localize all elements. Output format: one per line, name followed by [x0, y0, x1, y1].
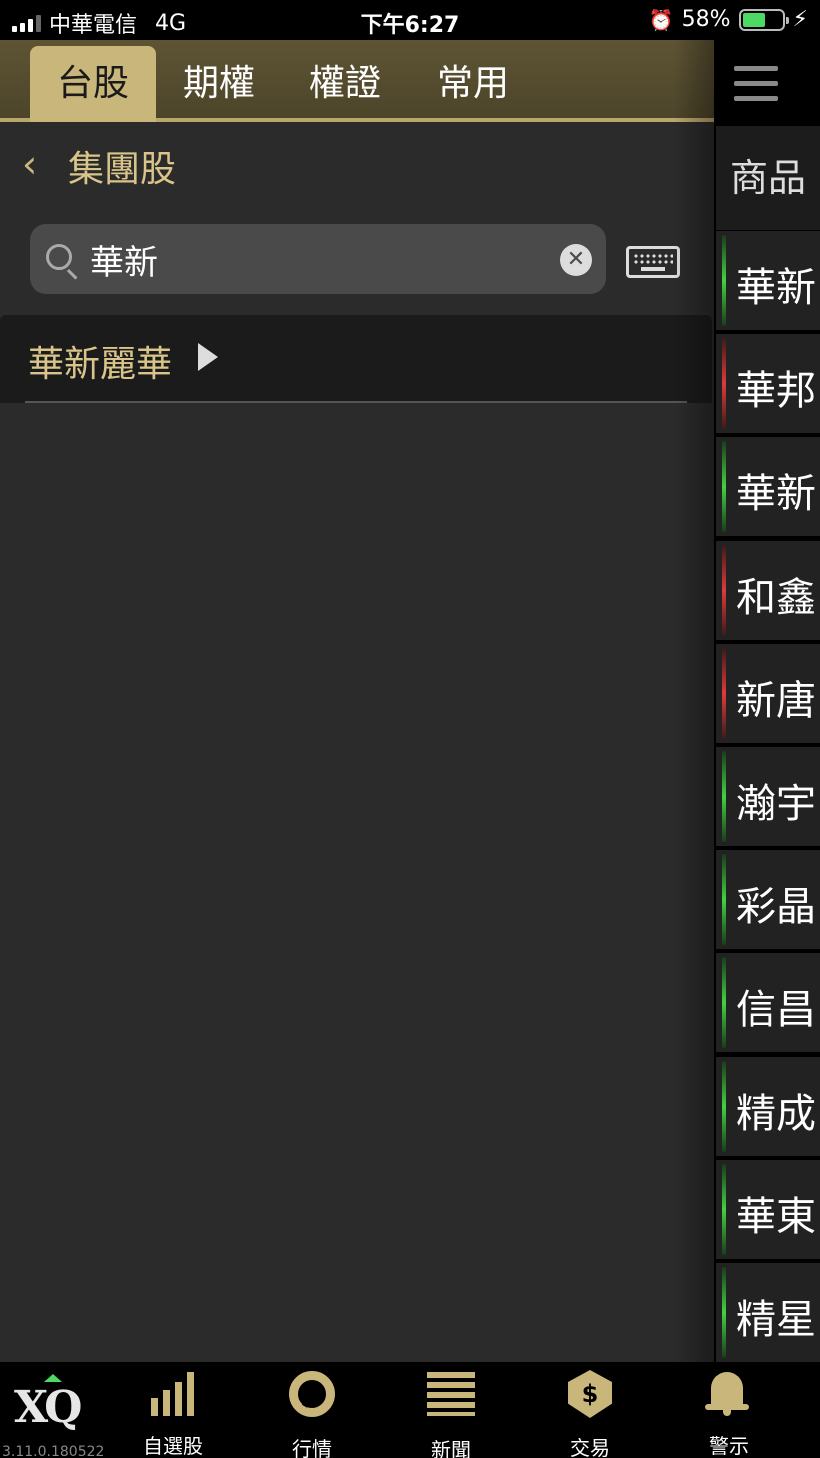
page-title: 集團股	[68, 149, 177, 190]
version-label: 3.11.0.180522	[2, 1444, 105, 1458]
rail-item[interactable]: 彩晶	[716, 850, 820, 950]
nav-market[interactable]: 行情	[257, 1368, 367, 1458]
rail-item-name: 新唐	[736, 677, 816, 724]
rail-item-name: 瀚宇	[736, 781, 816, 827]
trend-indicator	[722, 441, 726, 533]
nav-trade[interactable]: $ 交易	[535, 1368, 645, 1458]
bell-icon	[703, 1368, 755, 1420]
rail-header: 商品	[716, 126, 820, 230]
rail-item[interactable]: 新唐	[716, 643, 820, 743]
nav-watchlist[interactable]: 自選股	[118, 1368, 228, 1458]
play-arrow-icon	[198, 343, 218, 371]
hamburger-menu-icon[interactable]	[734, 66, 780, 102]
news-icon	[427, 1372, 475, 1416]
trend-indicator	[722, 544, 726, 636]
trade-dollar-icon: $	[568, 1370, 612, 1418]
result-label: 華新麗華	[28, 344, 173, 385]
rail-item[interactable]: 精星	[716, 1263, 820, 1362]
divider	[25, 401, 687, 403]
tab-favorites[interactable]: 常用	[410, 46, 536, 122]
rail-item[interactable]: 華東	[716, 1159, 820, 1259]
clear-search-icon[interactable]: ✕	[560, 244, 592, 276]
xq-logo: XQ	[14, 1382, 82, 1433]
nav-label: 新聞	[431, 1438, 471, 1458]
battery-icon	[738, 8, 789, 31]
rail-item[interactable]: 瀚宇	[716, 747, 820, 846]
rail-item[interactable]: 華新	[716, 437, 820, 537]
market-tab-bar: 台股 期權 權證 常用	[0, 40, 714, 122]
status-bar: 中華電信 4G 下午6:27 ⏰ 58% ⚡	[0, 0, 820, 40]
rail-item-name: 精成	[736, 1090, 816, 1137]
rail-item-name: 華新	[736, 265, 816, 311]
charging-icon: ⚡	[792, 7, 808, 32]
rail-item[interactable]: 華新	[716, 231, 820, 330]
rail-item-name: 信昌	[736, 987, 816, 1034]
rail-item-name: 精星	[736, 1297, 816, 1343]
search-input[interactable]	[90, 236, 540, 282]
battery-fill	[742, 12, 765, 27]
up-triangle-icon	[44, 1374, 62, 1382]
xq-home-button[interactable]: XQ 3.11.0.180522	[0, 1368, 110, 1458]
trend-indicator	[722, 338, 726, 430]
tab-futures-options[interactable]: 期權	[156, 46, 282, 122]
alarm-icon: ⏰	[648, 7, 674, 32]
bottom-nav: XQ 3.11.0.180522 自選股 行情 新聞 $ 交易 警示	[0, 1362, 820, 1458]
rail-item-name: 彩晶	[736, 884, 816, 931]
nav-label: 交易	[570, 1436, 610, 1458]
search-icon	[46, 244, 72, 270]
trend-indicator	[722, 1163, 726, 1255]
watchlist-chart-icon	[147, 1368, 199, 1420]
nav-alerts[interactable]: 警示	[674, 1368, 784, 1458]
market-ring-icon	[289, 1371, 335, 1417]
trend-indicator	[722, 647, 726, 739]
rail-item-name: 和鑫	[736, 574, 816, 621]
nav-label: 警示	[709, 1434, 749, 1458]
trend-indicator	[722, 1267, 726, 1358]
keyboard-icon[interactable]	[626, 246, 680, 278]
rail-item[interactable]: 信昌	[716, 953, 820, 1053]
rail-item-name: 華新	[736, 471, 816, 518]
product-rail: 商品 華新 華邦 華新 和鑫 新唐 瀚宇 彩晶 信昌 精成 華東 精星	[714, 40, 820, 1362]
list-item[interactable]: 華新麗華	[0, 315, 712, 403]
battery-percent: 58%	[681, 7, 731, 32]
rail-item[interactable]: 華邦	[716, 334, 820, 434]
trend-indicator	[722, 854, 726, 946]
rail-item-name: 華東	[736, 1193, 816, 1240]
nav-news[interactable]: 新聞	[396, 1368, 506, 1458]
trend-indicator	[722, 1060, 726, 1152]
main-panel: 台股 期權 權證 常用 ‹ 集團股 ✕ 華新麗華	[0, 40, 714, 1362]
trend-indicator	[722, 751, 726, 842]
tab-taiwan-stocks[interactable]: 台股	[30, 46, 156, 122]
nav-label: 自選股	[143, 1434, 203, 1458]
search-bar: ✕	[30, 224, 606, 294]
trend-indicator	[722, 235, 726, 326]
nav-label: 行情	[292, 1437, 332, 1458]
rail-item[interactable]: 精成	[716, 1056, 820, 1156]
rail-item[interactable]: 和鑫	[716, 540, 820, 640]
rail-item-name: 華邦	[736, 368, 816, 415]
back-chevron-icon[interactable]: ‹	[22, 142, 37, 186]
tab-warrants[interactable]: 權證	[282, 46, 408, 122]
trend-indicator	[722, 957, 726, 1049]
status-right: ⏰ 58% ⚡	[649, 7, 808, 32]
